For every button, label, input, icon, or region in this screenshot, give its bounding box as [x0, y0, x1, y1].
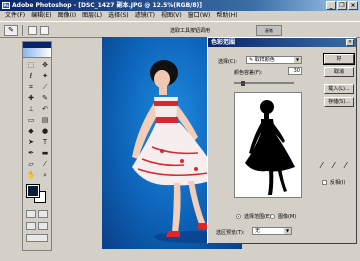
load-button[interactable]: 载入(L)...	[324, 84, 354, 94]
marquee-tool-icon[interactable]: ⬚	[25, 60, 37, 70]
image-radio[interactable]	[270, 214, 275, 219]
chevron-down-icon: ▼	[284, 228, 291, 234]
eyedropper-icon[interactable]: ✎	[4, 25, 18, 36]
quick-mask-mode-icon[interactable]	[38, 210, 48, 218]
pen-tool-icon[interactable]: ✒	[25, 148, 37, 158]
preview-value: 无	[255, 228, 261, 234]
lasso-tool-icon[interactable]: ℓ	[25, 71, 37, 81]
menu-image[interactable]: 图像(I)	[55, 11, 79, 21]
zoom-tool-icon[interactable]: ⌕	[39, 170, 51, 180]
jump-row	[23, 232, 51, 244]
type-tool-icon[interactable]: T	[39, 137, 51, 147]
screen-mode-icon[interactable]	[26, 222, 36, 230]
dialog-close-button[interactable]: ×	[346, 39, 354, 46]
brush-tool-icon[interactable]: ✎	[39, 93, 51, 103]
tool-grid: ⬚ ✥ ℓ ✦ ⌗ ⟋ ✚ ✎ ⊥ ↶ ▭ ▤ ◆ ● ➤ T ✒ ▬ ▱ ⁄ …	[23, 58, 51, 182]
window-title: Adobe Photoshop - [DSC_1427 副本.JPG @ 12.…	[12, 2, 202, 9]
photoshop-app-icon: Ps	[2, 2, 10, 9]
screen-mode-row	[23, 220, 51, 232]
foreground-color-swatch[interactable]	[26, 184, 40, 198]
brushes-tab[interactable]: 画笔	[256, 25, 282, 36]
full-screen-mode-icon[interactable]	[38, 222, 48, 230]
path-select-tool-icon[interactable]: ➤	[25, 137, 37, 147]
photoshop-window: Ps Adobe Photoshop - [DSC_1427 副本.JPG @ …	[0, 0, 360, 261]
fuzziness-slider-thumb[interactable]	[241, 81, 245, 86]
fuzziness-input[interactable]: 30	[288, 67, 302, 75]
stamp-tool-icon[interactable]: ⊥	[25, 104, 37, 114]
chevron-down-icon: ▼	[294, 57, 301, 63]
options-hint: 选取工具按钮调用	[170, 28, 211, 34]
dodge-tool-icon[interactable]: ●	[39, 126, 51, 136]
standard-mode-icon[interactable]	[26, 210, 36, 218]
select-value: 取样颜色	[254, 57, 275, 63]
hand-tool-icon[interactable]: ✋	[25, 170, 37, 180]
adobe-logo[interactable]	[23, 48, 51, 58]
eyedropper-minus-icon[interactable]: ⁄	[345, 162, 346, 170]
options-bar: ✎ 选取工具按钮调用 画笔	[0, 21, 360, 38]
restore-button[interactable]: ❐	[337, 1, 347, 10]
menu-view[interactable]: 视图(V)	[158, 11, 185, 21]
jump-to-imageready-icon[interactable]	[26, 234, 48, 242]
menu-help[interactable]: 帮助(H)	[213, 11, 240, 21]
option-icon[interactable]	[28, 26, 37, 35]
close-button[interactable]: ×	[348, 1, 358, 10]
menu-filter[interactable]: 滤镜(T)	[132, 11, 158, 21]
separator	[22, 25, 23, 36]
eraser-tool-icon[interactable]: ▭	[25, 115, 37, 125]
invert-checkbox[interactable]	[322, 180, 327, 185]
eyedropper-icon[interactable]: ⁄	[321, 162, 322, 170]
select-dropdown[interactable]: ✎ 取样颜色 ▼	[246, 56, 302, 64]
color-swatches	[25, 184, 49, 206]
mask-silhouette	[245, 100, 295, 195]
menu-layer[interactable]: 图层(L)	[79, 11, 105, 21]
toolbox: ⬚ ✥ ℓ ✦ ⌗ ⟋ ✚ ✎ ⊥ ↶ ▭ ▤ ◆ ● ➤ T ✒ ▬ ▱ ⁄ …	[22, 41, 52, 251]
eyedropper-plus-icon[interactable]: ⁄	[333, 162, 334, 170]
crop-tool-icon[interactable]: ⌗	[25, 82, 37, 92]
notes-tool-icon[interactable]: ▱	[25, 159, 37, 169]
invert-label: 反相(I)	[330, 180, 346, 186]
ok-button[interactable]: 好	[323, 53, 355, 65]
title-bar: Ps Adobe Photoshop - [DSC_1427 副本.JPG @ …	[0, 0, 360, 11]
history-brush-tool-icon[interactable]: ↶	[39, 104, 51, 114]
select-label: 选择(C):	[218, 59, 238, 65]
magic-wand-tool-icon[interactable]: ✦	[39, 71, 51, 81]
eyedropper-tool-icon[interactable]: ⁄	[39, 159, 51, 169]
slice-tool-icon[interactable]: ⟋	[39, 82, 51, 92]
menu-file[interactable]: 文件(F)	[2, 11, 28, 21]
color-range-dialog: 色彩范围 × 选择(C): ✎ 取样颜色 ▼ 颜色容差(F): 30 好 取消 …	[207, 37, 357, 244]
preview-label: 选区预览(T):	[216, 230, 245, 236]
menu-select[interactable]: 选择(S)	[105, 11, 132, 21]
selection-radio[interactable]	[236, 214, 241, 219]
gradient-tool-icon[interactable]: ▤	[39, 115, 51, 125]
move-tool-icon[interactable]: ✥	[39, 60, 51, 70]
selection-preview[interactable]	[234, 92, 302, 198]
shape-tool-icon[interactable]: ▬	[39, 148, 51, 158]
menu-edit[interactable]: 编辑(E)	[28, 11, 54, 21]
healing-tool-icon[interactable]: ✚	[25, 93, 37, 103]
image-radio-label: 图像(M)	[278, 214, 297, 220]
save-button[interactable]: 存储(S)...	[324, 97, 354, 107]
preview-dropdown[interactable]: 无 ▼	[252, 227, 292, 235]
minimize-button[interactable]: _	[326, 1, 336, 10]
window-controls: _ ❐ ×	[326, 1, 358, 10]
menu-window[interactable]: 窗口(W)	[185, 11, 214, 21]
menu-bar: 文件(F) 编辑(E) 图像(I) 图层(L) 选择(S) 滤镜(T) 视图(V…	[0, 11, 360, 21]
cancel-button[interactable]: 取消	[324, 67, 354, 77]
dialog-title: 色彩范围	[208, 38, 356, 47]
fuzziness-label: 颜色容差(F):	[234, 70, 263, 76]
option-icon[interactable]	[40, 26, 49, 35]
mask-mode-row	[23, 208, 51, 220]
selection-radio-label: 选择范围(E)	[244, 214, 272, 220]
blur-tool-icon[interactable]: ◆	[25, 126, 37, 136]
